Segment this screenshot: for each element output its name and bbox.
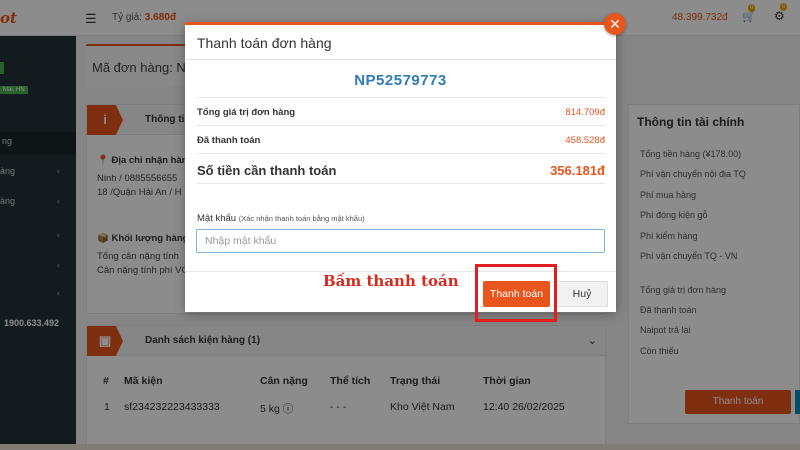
modal-title: Thanh toán đơn hàng xyxy=(197,35,332,51)
password-hint: (Xác nhận thanh toán bằng mật khẩu) xyxy=(238,214,365,223)
total-label: Tổng giá trị đơn hàng xyxy=(197,107,296,118)
paid-label: Đã thanh toán xyxy=(197,135,261,146)
due-value: 356.181đ xyxy=(550,163,605,178)
divider xyxy=(197,97,605,98)
divider xyxy=(197,183,605,184)
divider xyxy=(197,153,605,154)
total-value: 814.709đ xyxy=(565,107,605,118)
password-label: Mật khẩu (Xác nhận thanh toán bằng mật k… xyxy=(197,213,365,224)
divider xyxy=(197,125,605,126)
due-label: Số tiền cần thanh toán xyxy=(197,163,337,178)
password-input[interactable] xyxy=(196,229,605,253)
divider xyxy=(185,59,616,60)
paid-value: 458.528đ xyxy=(565,135,605,146)
close-icon[interactable]: ✕ xyxy=(604,13,626,35)
annotation-text: Bấm thanh toán xyxy=(323,272,459,290)
password-label-text: Mật khẩu xyxy=(197,213,237,224)
order-code: NP52579773 xyxy=(354,72,447,89)
annotation-highlight-box xyxy=(475,264,557,322)
cancel-button[interactable]: Huỷ xyxy=(556,281,608,307)
